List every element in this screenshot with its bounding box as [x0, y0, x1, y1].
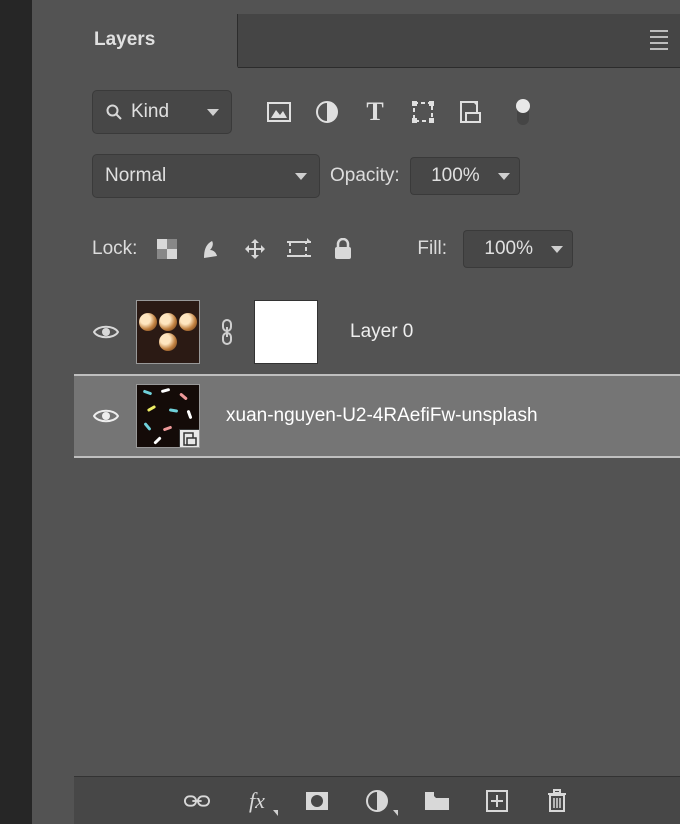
- visibility-toggle[interactable]: [92, 323, 120, 341]
- chevron-down-icon: [498, 173, 510, 180]
- blend-mode-value: Normal: [105, 165, 166, 187]
- chevron-down-icon: [207, 109, 219, 116]
- lock-artboard-icon[interactable]: [287, 237, 311, 261]
- tab-layers-label: Layers: [94, 29, 155, 51]
- lock-position-icon[interactable]: [243, 237, 267, 261]
- blend-row: Normal Opacity: 100%: [92, 154, 662, 198]
- filter-kind-select[interactable]: Kind: [92, 90, 232, 134]
- layer-name[interactable]: xuan-nguyen-U2-4RAefiFw-unsplash: [226, 405, 538, 427]
- lock-all-icon[interactable]: [331, 237, 355, 261]
- chevron-down-icon: [295, 173, 307, 180]
- layers-list: Layer 0: [74, 290, 680, 458]
- opacity-dropdown[interactable]: [490, 157, 520, 195]
- chevron-down-icon: [393, 810, 398, 816]
- layer-thumbnail[interactable]: [136, 384, 200, 448]
- layers-panel: Layers Kind: [74, 14, 680, 824]
- filter-row: Kind T: [92, 90, 662, 134]
- fill-dropdown[interactable]: [543, 230, 573, 268]
- blend-mode-select[interactable]: Normal: [92, 154, 320, 198]
- tab-layers[interactable]: Layers: [74, 14, 238, 68]
- smartobject-filter-icon[interactable]: [458, 99, 484, 125]
- filter-type-icons: T: [266, 99, 536, 125]
- fx-icon[interactable]: fx: [244, 788, 270, 814]
- layer-name[interactable]: Layer 0: [350, 321, 413, 343]
- shape-filter-icon[interactable]: [410, 99, 436, 125]
- adjustment-filter-icon[interactable]: [314, 99, 340, 125]
- filter-toggle[interactable]: [510, 99, 536, 125]
- link-icon[interactable]: [216, 319, 238, 345]
- fill-label: Fill:: [417, 238, 447, 260]
- opacity-value: 100%: [431, 165, 480, 187]
- search-icon: [105, 103, 123, 121]
- trash-icon[interactable]: [544, 788, 570, 814]
- new-layer-icon[interactable]: [484, 788, 510, 814]
- canvas-dark-strip: [0, 0, 32, 824]
- fill-value: 100%: [484, 238, 533, 260]
- group-icon[interactable]: [424, 788, 450, 814]
- layer-row[interactable]: Layer 0: [74, 290, 680, 374]
- panel-menu-icon[interactable]: [650, 30, 668, 50]
- layers-bottom-toolbar: fx: [74, 776, 680, 824]
- link-layers-icon[interactable]: [184, 788, 210, 814]
- filter-kind-label: Kind: [131, 101, 169, 123]
- panel-controls: Kind T: [74, 68, 680, 226]
- smartobject-badge-icon: [179, 429, 200, 448]
- layer-row[interactable]: xuan-nguyen-U2-4RAefiFw-unsplash: [74, 374, 680, 458]
- fill-value-input[interactable]: 100%: [463, 230, 543, 268]
- opacity-value-input[interactable]: 100%: [410, 157, 490, 195]
- image-filter-icon[interactable]: [266, 99, 292, 125]
- lock-label: Lock:: [92, 238, 137, 260]
- lock-row: Lock: Fill: 100%: [74, 226, 680, 286]
- add-mask-icon[interactable]: [304, 788, 330, 814]
- lock-icons: [155, 237, 355, 261]
- visibility-toggle[interactable]: [92, 407, 120, 425]
- opacity-label: Opacity:: [330, 165, 400, 187]
- panel-tab-background: [238, 14, 680, 68]
- lock-image-icon[interactable]: [199, 237, 223, 261]
- adjustment-layer-icon[interactable]: [364, 788, 390, 814]
- lock-transparency-icon[interactable]: [155, 237, 179, 261]
- chevron-down-icon: [551, 246, 563, 253]
- layer-thumbnail[interactable]: [136, 300, 200, 364]
- layer-mask-thumbnail[interactable]: [254, 300, 318, 364]
- type-filter-icon[interactable]: T: [362, 99, 388, 125]
- chevron-down-icon: [273, 810, 278, 816]
- panel-tab-row: Layers: [74, 14, 680, 68]
